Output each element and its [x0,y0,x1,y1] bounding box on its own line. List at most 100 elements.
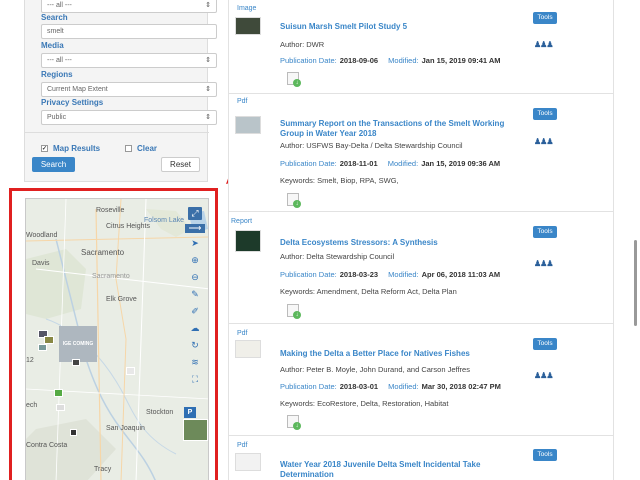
result-card: Pdf Water Year 2018 Juvenile Delta Smelt… [228,436,614,480]
basemap-aerial-toggle[interactable] [183,419,208,441]
tools-button[interactable]: Tools [533,108,557,120]
map-place-label: Contra Costa [26,442,68,449]
map-marker-thumbnail[interactable] [56,404,65,411]
group-icon[interactable]: ♟♟♟ [534,40,553,49]
parking-badge[interactable]: P [184,407,196,418]
group-icon[interactable]: ♟♟♟ [534,259,553,268]
map-toolbar: ⤢ ⟶ ➤ ⊕ ⊖ ✎ ✐ ☁ ↻ ≋ ⛶ [185,207,205,390]
zoom-out-icon[interactable]: ⊖ [188,271,202,284]
download-icon[interactable]: ↓ [287,304,301,319]
result-author: Author: Delta Stewardship Council [280,252,395,261]
group-icon[interactable]: ♟♟♟ [534,137,553,146]
media-select[interactable]: --- all --- ⇕ [41,53,217,68]
result-title[interactable]: Summary Report on the Transactions of th… [280,119,520,139]
tools-button[interactable]: Tools [533,226,557,238]
result-dates: Publication Date: 2018-03-23 Modified: Apr… [280,270,500,279]
result-author: Author: USFWS Bay-Delta / Delta Stewards… [280,141,463,150]
modified-label: Modified: [388,56,419,65]
publication-date-label: Publication Date: [280,270,337,279]
search-label: Search [41,13,68,22]
publication-date-label: Publication Date: [280,56,337,65]
tools-button[interactable]: Tools [533,449,557,461]
result-title[interactable]: Suisun Marsh Smelt Pilot Study 5 [280,22,520,32]
result-keywords: Keywords: EcoRestore, Delta, Restoration… [280,399,449,408]
map-marker-thumbnail[interactable] [44,336,54,344]
map-marker-thumbnail[interactable] [126,367,135,375]
layers-icon[interactable]: ≋ [188,356,202,369]
modified-value: Jan 15, 2019 09:41 AM [421,56,501,65]
result-keywords: Keywords: Amendment, Delta Reform Act, D… [280,287,457,296]
map-place-label: Elk Grove [106,296,137,303]
map-place-label: Davis [32,260,50,267]
result-author: Author: DWR [280,40,325,49]
refresh-icon[interactable]: ↻ [188,339,202,352]
regions-select[interactable]: Current Map Extent ⇕ [41,82,217,97]
publication-date-label: Publication Date: [280,159,337,168]
modified-value: Apr 06, 2018 11:03 AM [421,270,501,279]
media-select-value: --- all --- [47,57,72,64]
publication-date-value: 2018-03-01 [339,382,379,391]
clear-checkbox[interactable]: Clear [125,144,157,153]
result-thumbnail[interactable] [235,453,261,471]
download-icon[interactable]: ↓ [287,193,301,208]
fit-extent-icon[interactable]: ⛶ [188,373,202,386]
draw-line-icon[interactable]: ✎ [188,288,202,301]
map-highlight-box: Roseville Citrus Heights Folsom Lake Woo… [9,188,218,480]
result-dates: Publication Date: 2018-11-01 Modified: Jan… [280,159,500,168]
expand-icon[interactable]: ⤢ [188,207,202,220]
top-select[interactable]: --- all --- ⇕ [41,0,217,13]
search-input[interactable]: smelt [41,24,217,39]
map-place-label: Tracy [94,466,112,473]
result-card: Report Delta Ecosystems Stressors: A Syn… [228,212,614,324]
regions-label: Regions [41,70,73,79]
download-icon[interactable]: ↓ [287,415,301,430]
media-label: Media [41,41,64,50]
modified-label: Modified: [388,270,419,279]
modified-value: Mar 30, 2018 02:47 PM [421,382,501,391]
result-thumbnail[interactable] [235,17,261,35]
regions-select-value: Current Map Extent [47,86,108,93]
image-coming-soon-marker[interactable]: IGE COMING SC [59,326,97,362]
chevron-updown-icon: ⇕ [205,2,211,9]
map-marker-thumbnail[interactable] [38,344,47,351]
chevron-updown-icon: ⇕ [205,86,211,93]
zoom-in-icon[interactable]: ⊕ [188,254,202,267]
cloud-upload-icon[interactable]: ☁ [188,322,202,335]
result-thumbnail[interactable] [235,116,261,134]
tools-button[interactable]: Tools [533,338,557,350]
reset-button[interactable]: Reset [161,157,200,172]
map-place-label: ech [26,402,38,409]
result-title[interactable]: Water Year 2018 Juvenile Delta Smelt Inc… [280,460,510,480]
privacy-label: Privacy Settings [41,98,104,107]
privacy-select[interactable]: Public ⇕ [41,110,217,125]
search-button[interactable]: Search [32,157,75,172]
result-thumbnail[interactable] [235,340,261,358]
result-type: Image [237,5,257,12]
map-place-label: Sacramento [81,248,125,257]
map-marker-thumbnail[interactable] [70,429,77,436]
result-title[interactable]: Delta Ecosystems Stressors: A Synthesis [280,238,520,248]
result-title[interactable]: Making the Delta a Better Place for Nati… [280,349,520,359]
result-card: Image Suisun Marsh Smelt Pilot Study 5 A… [228,0,614,94]
tools-button[interactable]: Tools [533,12,557,24]
result-type: Pdf [237,98,248,105]
result-thumbnail[interactable] [235,230,261,252]
pan-arrow-icon[interactable]: ⟶ [185,223,205,233]
pointer-icon[interactable]: ➤ [188,237,202,250]
map-place-label: Roseville [96,207,125,214]
checkbox-checked-icon: ✓ [41,145,48,152]
map-place-label: Sacramento [92,273,130,280]
publication-date-value: 2018-03-23 [339,270,379,279]
download-icon[interactable]: ↓ [287,72,301,87]
page-scrollbar[interactable] [634,240,637,326]
draw-pencil-icon[interactable]: ✐ [188,305,202,318]
map-results-checkbox[interactable]: ✓ Map Results [41,144,100,153]
map-marker-thumbnail[interactable] [54,389,63,397]
map-view[interactable]: Roseville Citrus Heights Folsom Lake Woo… [25,198,209,480]
result-type: Pdf [237,442,248,449]
publication-date-label: Publication Date: [280,382,337,391]
modified-label: Modified: [388,382,419,391]
map-marker-thumbnail[interactable] [72,359,80,366]
modified-label: Modified: [387,159,419,168]
group-icon[interactable]: ♟♟♟ [534,371,553,380]
